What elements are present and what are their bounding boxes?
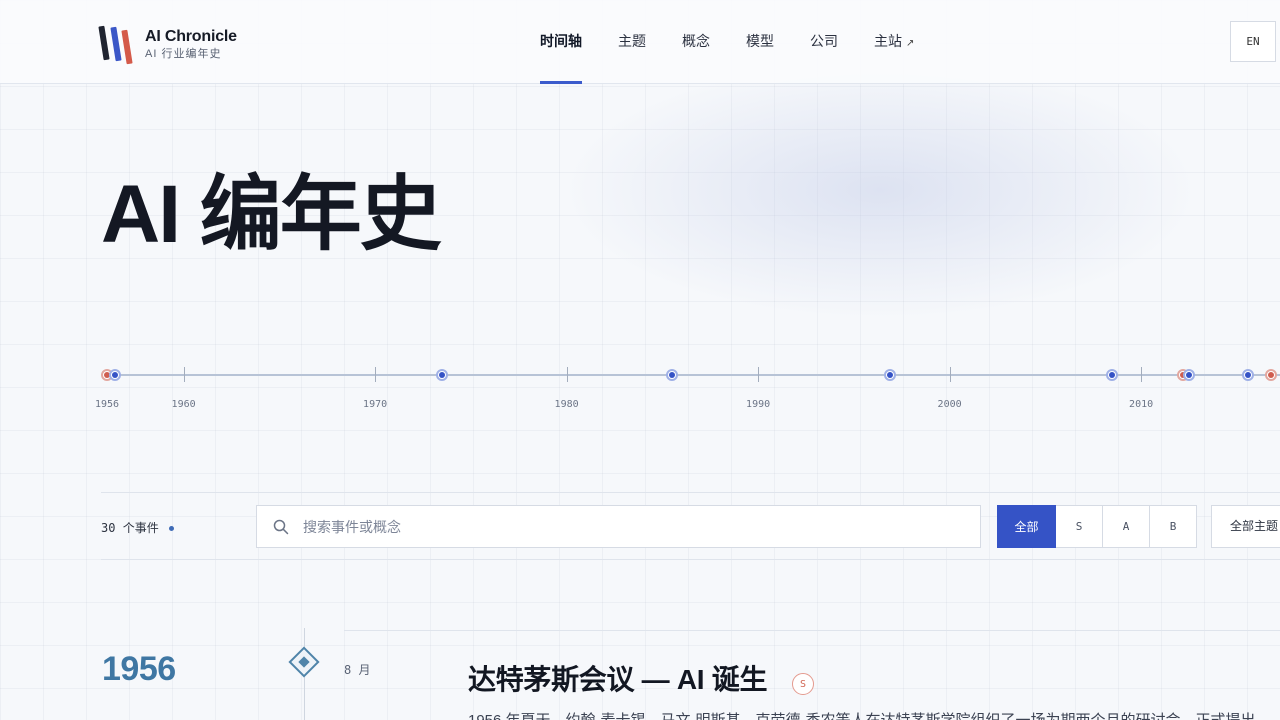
- event-month: 8 月: [344, 663, 371, 677]
- grade-filter: 全部 S A B: [997, 505, 1197, 548]
- timeline-tick-label: 1990: [746, 399, 771, 410]
- event-count-label: 个事件: [122, 521, 159, 535]
- top-header: AI Chronicle AI 行业编年史 时间轴 主题 概念 模型 公司 主站…: [0, 0, 1280, 84]
- logo-title: AI Chronicle: [145, 27, 237, 45]
- main-nav: 时间轴 主题 概念 模型 公司 主站 ↗: [540, 0, 950, 84]
- timeline-axis: [107, 374, 1280, 376]
- timeline-tick: [949, 367, 951, 382]
- search-icon: [273, 519, 289, 535]
- nav-item-main-site-label: 主站: [874, 33, 902, 49]
- grade-filter-s[interactable]: S: [1056, 505, 1103, 548]
- search-box[interactable]: [256, 505, 981, 548]
- timeline-tick-label: 1956: [94, 399, 120, 410]
- topic-select[interactable]: 全部主题: [1211, 505, 1280, 548]
- timeline-tick: [1141, 367, 1143, 382]
- event-count-number: 30: [101, 521, 116, 535]
- timeline-event-dot[interactable]: [1265, 369, 1278, 381]
- grade-filter-a[interactable]: A: [1103, 505, 1150, 548]
- status-dot-icon: [168, 526, 174, 531]
- page-title: AI 编年史: [101, 169, 442, 260]
- search-input[interactable]: [303, 518, 943, 535]
- language-toggle-button[interactable]: EN: [1230, 21, 1276, 62]
- timeline-tick: [183, 367, 185, 382]
- timeline-tick: [758, 367, 760, 382]
- event-description: 1956 年夏天，约翰·麦卡锡、马文·明斯基、克劳德·香农等人在达特茅斯学院组织…: [468, 709, 1280, 720]
- background-glow: [560, 60, 1200, 320]
- timeline-tick-label: 2000: [937, 399, 962, 410]
- timeline-event-dot[interactable]: [108, 369, 121, 381]
- nav-item-main-site[interactable]: 主站 ↗: [874, 0, 914, 84]
- timeline-event-dot[interactable]: [1106, 369, 1119, 381]
- logo-subtitle: AI 行业编年史: [145, 47, 222, 60]
- timeline-event-dot[interactable]: [665, 369, 678, 381]
- timeline-overview: 1956 1960 1970 1980 1990 2000 2010: [0, 355, 1280, 425]
- filter-bar: 30 个事件 全部 S A B 全部主题: [101, 492, 1280, 560]
- nav-item-concepts[interactable]: 概念: [682, 0, 710, 84]
- grade-filter-b[interactable]: B: [1150, 505, 1197, 548]
- timeline-tick-label: 1970: [363, 399, 388, 410]
- timeline-tick-label: 1980: [554, 399, 579, 410]
- timeline-tick: [375, 367, 377, 382]
- logo-mark-icon: [98, 24, 137, 65]
- timeline-event-dot[interactable]: [1182, 369, 1195, 381]
- nav-item-companies[interactable]: 公司: [810, 0, 838, 84]
- nav-item-timeline[interactable]: 时间轴: [540, 0, 582, 84]
- timeline-tick: [566, 367, 568, 382]
- grade-badge: S: [792, 673, 814, 695]
- logo[interactable]: AI Chronicle AI 行业编年史: [98, 24, 237, 65]
- timeline-event-dot[interactable]: [1242, 369, 1255, 381]
- external-link-icon: ↗: [906, 38, 915, 49]
- grade-filter-all[interactable]: 全部: [997, 505, 1056, 548]
- event-title[interactable]: 达特茅斯会议 — AI 诞生: [468, 658, 767, 698]
- timeline-tick-label: 2010: [1129, 399, 1154, 410]
- event-count: 30 个事件: [101, 519, 174, 536]
- timeline-tick-label: 1960: [171, 399, 196, 410]
- timeline-event-dot[interactable]: [436, 369, 449, 381]
- nav-item-topics[interactable]: 主题: [618, 0, 646, 84]
- event-year: 1956: [102, 650, 176, 688]
- timeline-event-dot[interactable]: [884, 369, 897, 381]
- nav-item-models[interactable]: 模型: [746, 0, 774, 84]
- event-divider: [344, 630, 1280, 631]
